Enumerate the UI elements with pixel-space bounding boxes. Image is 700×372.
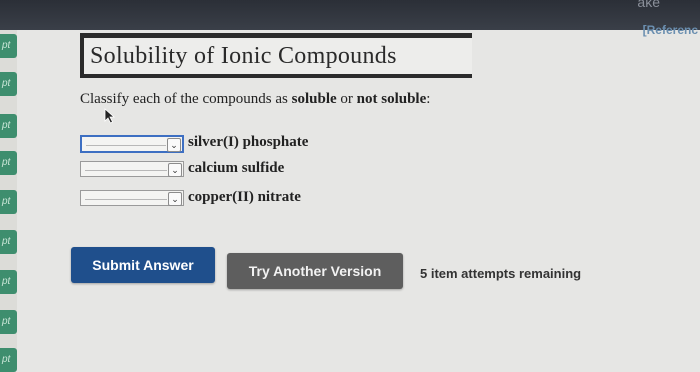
mouse-cursor-icon [104,108,116,124]
instruction-soluble: soluble [291,91,337,107]
instruction-not-soluble: not soluble [356,91,427,107]
sidebar-item-points[interactable]: pt [0,34,17,58]
attempts-remaining-text: 5 item attempts remaining [420,266,582,281]
reference-link[interactable]: [Referenc [643,23,698,37]
select-value-line [86,145,166,146]
sidebar-item-points[interactable]: pt [0,151,17,175]
compound-label: silver(I) phosphate [188,134,309,150]
sidebar-item-points[interactable]: pt [0,270,17,294]
chevron-down-icon[interactable]: ⌄ [168,192,182,206]
sidebar: pt pt pt pt pt pt pt pt pt [0,30,17,372]
page-title: Solubility of Ionic Compounds [84,38,472,74]
chevron-down-icon[interactable]: ⌄ [167,138,181,152]
chevron-down-icon[interactable]: ⌄ [168,163,182,177]
sidebar-item-points[interactable]: pt [0,190,17,214]
submit-answer-button[interactable]: Submit Answer [71,247,215,283]
instruction-prefix: Classify each of the compounds as [80,91,292,107]
instruction-or: or [336,91,357,107]
select-value-line [85,199,167,200]
sidebar-item-points[interactable]: pt [0,114,17,138]
solubility-select[interactable]: ⌄ [80,135,184,153]
instruction-suffix: : [426,91,431,107]
top-bar: ake [0,0,700,30]
compound-label: copper(II) nitrate [188,189,301,205]
try-another-version-button[interactable]: Try Another Version [227,253,403,289]
question-instruction: Classify each of the compounds as solubl… [80,91,430,108]
select-value-line [85,170,167,171]
sidebar-item-points[interactable]: pt [0,230,17,254]
sidebar-item-points[interactable]: pt [0,310,17,334]
solubility-select[interactable]: ⌄ [80,161,184,177]
solubility-select[interactable]: ⌄ [80,190,184,206]
sidebar-item-points[interactable]: pt [0,348,17,372]
sidebar-item-points[interactable]: pt [0,72,17,96]
top-bar-cut-text: ake [637,0,660,10]
compound-label: calcium sulfide [188,160,285,176]
